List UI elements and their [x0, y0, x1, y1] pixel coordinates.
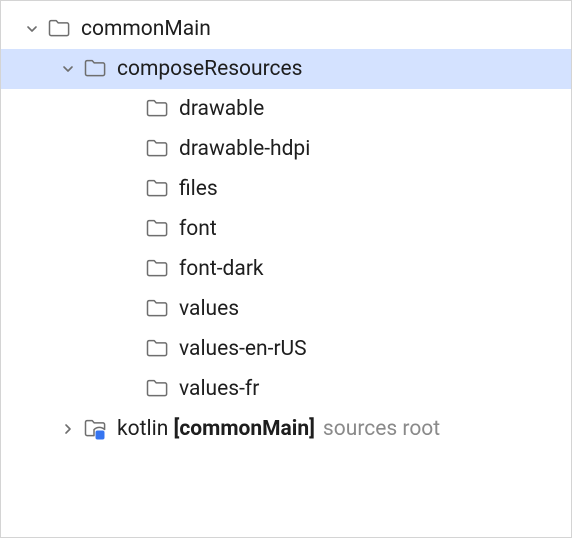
tree-node-values-fr[interactable]: values-fr	[1, 369, 571, 409]
folder-icon	[145, 257, 169, 281]
tree-node-kotlin[interactable]: kotlin [commonMain] sources root	[1, 409, 571, 449]
tree-node-label: values-fr	[179, 379, 259, 400]
chevron-right-icon[interactable]	[57, 418, 79, 440]
tree-node-label: font-dark	[179, 259, 264, 280]
folder-icon	[47, 17, 71, 41]
tree-node-suffix: sources root	[323, 417, 440, 441]
chevron-down-icon[interactable]	[57, 58, 79, 80]
tree-node-drawable[interactable]: drawable	[1, 89, 571, 129]
project-tree: commonMain composeResources drawable drawab…	[1, 1, 571, 461]
tree-node-label: drawable	[179, 99, 264, 120]
tree-node-commonmain[interactable]: commonMain	[1, 9, 571, 49]
folder-icon	[145, 137, 169, 161]
source-folder-icon	[83, 417, 107, 441]
folder-icon	[83, 57, 107, 81]
tree-node-files[interactable]: files	[1, 169, 571, 209]
folder-icon	[145, 97, 169, 121]
tree-node-label: drawable-hdpi	[179, 139, 310, 160]
folder-icon	[145, 377, 169, 401]
tree-node-label: composeResources	[117, 59, 302, 80]
tree-node-label: font	[179, 219, 217, 240]
chevron-down-icon[interactable]	[21, 18, 43, 40]
tree-node-label: values	[179, 299, 239, 320]
tree-node-label: files	[179, 179, 218, 200]
tree-node-label: values-en-rUS	[179, 339, 307, 360]
folder-icon	[145, 297, 169, 321]
tree-node-label: kotlin [commonMain]	[117, 419, 315, 440]
folder-icon	[145, 177, 169, 201]
folder-icon	[145, 217, 169, 241]
tree-node-font-dark[interactable]: font-dark	[1, 249, 571, 289]
tree-node-drawable-hdpi[interactable]: drawable-hdpi	[1, 129, 571, 169]
folder-icon	[145, 337, 169, 361]
tree-node-label: commonMain	[81, 19, 211, 40]
tree-node-font[interactable]: font	[1, 209, 571, 249]
tree-node-values[interactable]: values	[1, 289, 571, 329]
tree-node-values-en-rus[interactable]: values-en-rUS	[1, 329, 571, 369]
tree-node-composeresources[interactable]: composeResources	[1, 49, 571, 89]
